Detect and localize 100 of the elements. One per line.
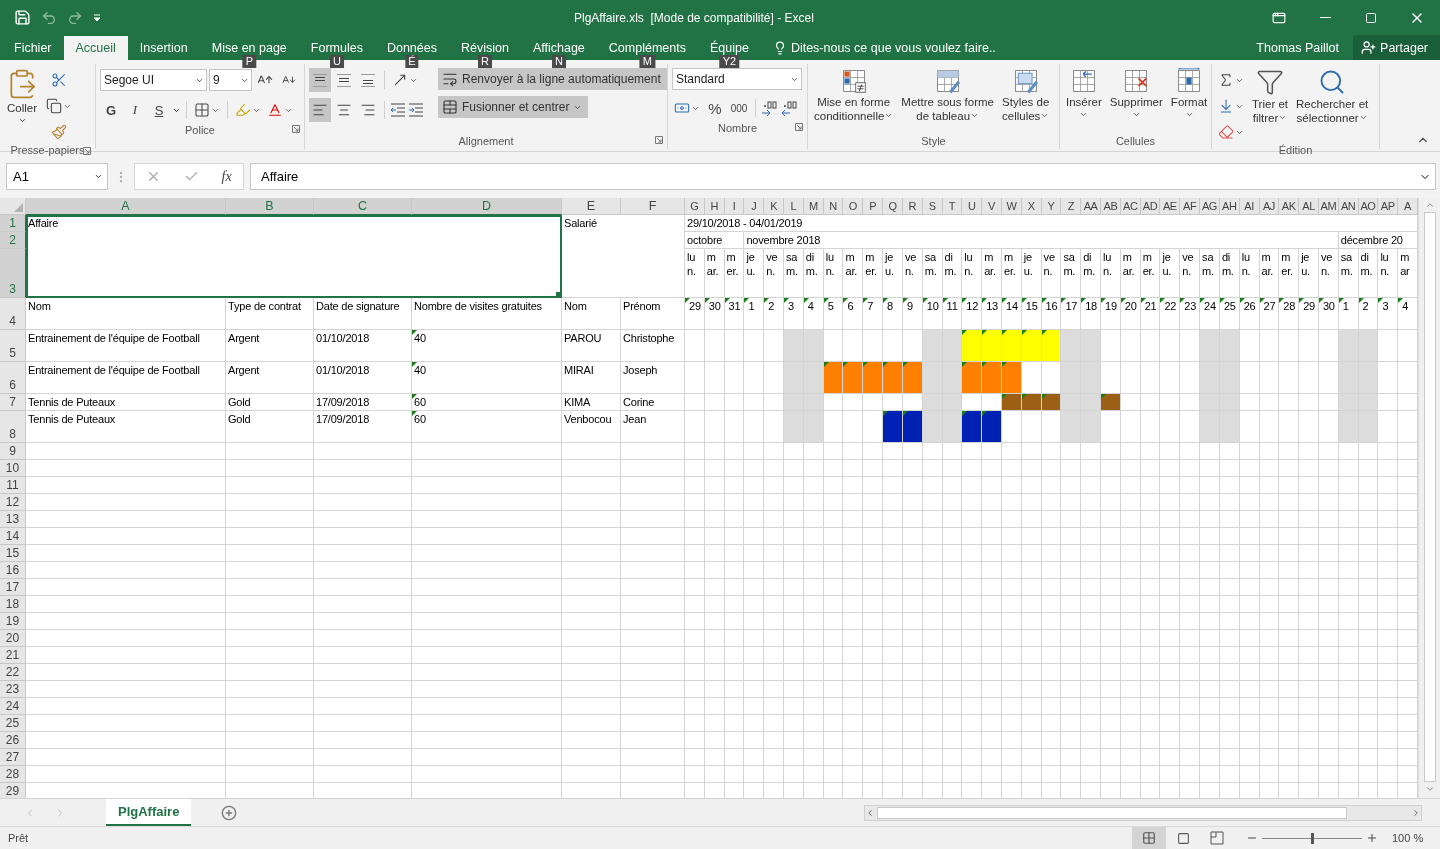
merge-button[interactable]: Fusionner et centrer (438, 96, 589, 118)
column-header[interactable]: A (1398, 198, 1418, 215)
column-header[interactable]: AK (1279, 198, 1300, 215)
launcher-icon[interactable] (292, 125, 300, 133)
column-header[interactable]: AL (1299, 198, 1319, 215)
row-header[interactable]: 11 (0, 477, 26, 494)
add-sheet-icon[interactable] (221, 804, 238, 821)
row-header[interactable]: 4 (0, 298, 26, 330)
font-dropdown[interactable]: Segoe UI (100, 69, 208, 91)
scrollbar-thumb[interactable] (1423, 212, 1436, 782)
row-header[interactable]: 17 (0, 579, 26, 596)
launcher-icon[interactable] (655, 136, 663, 144)
column-header[interactable]: K (764, 198, 785, 215)
row-header[interactable]: 23 (0, 681, 26, 698)
column-header[interactable]: U (962, 198, 983, 215)
column-header[interactable]: O (843, 198, 864, 215)
ribbon-tab[interactable]: Fichier (2, 36, 64, 60)
formula-field[interactable]: Affaire (250, 163, 1436, 190)
row-header[interactable]: 5 (0, 330, 26, 362)
column-header[interactable]: AG (1200, 198, 1220, 215)
scroll-right-icon[interactable] (1411, 807, 1421, 818)
column-header[interactable]: P (863, 198, 884, 215)
table-format-button[interactable]: Mettre sous forme de tableau (899, 68, 996, 133)
row-header[interactable]: 27 (0, 749, 26, 766)
row-header[interactable]: 16 (0, 562, 26, 579)
scroll-down-icon[interactable] (1424, 784, 1435, 794)
insert-button[interactable]: Insérer (1064, 68, 1104, 133)
cell-styles-button[interactable]: Styles de cellules (1000, 68, 1052, 133)
indent-increase-icon[interactable] (408, 102, 424, 118)
vertical-align-button[interactable] (309, 68, 331, 92)
save-icon[interactable] (14, 9, 31, 26)
scroll-up-icon[interactable] (1424, 200, 1435, 210)
launcher-icon[interactable] (795, 123, 803, 131)
column-header[interactable]: Q (883, 198, 903, 215)
undo-icon[interactable] (41, 9, 57, 26)
row-header[interactable]: 15 (0, 545, 26, 562)
zoom-in-icon[interactable] (1366, 832, 1378, 844)
row-header[interactable]: 28 (0, 766, 26, 783)
font-size-dropdown[interactable]: 9 (209, 69, 252, 91)
row-header[interactable]: 2 (0, 232, 26, 249)
column-header[interactable]: E (562, 198, 621, 215)
column-header[interactable]: J (744, 198, 765, 215)
row-header[interactable]: 13 (0, 511, 26, 528)
column-header[interactable]: Z (1061, 198, 1082, 215)
column-header[interactable]: G (685, 198, 705, 215)
column-header[interactable]: AP (1378, 198, 1399, 215)
row-header[interactable]: 9 (0, 443, 26, 460)
decrease-decimal-icon[interactable] (781, 100, 799, 116)
conditional-format-button[interactable]: Mise en forme conditionnelle (812, 68, 896, 133)
name-box[interactable]: A1 (6, 163, 108, 190)
column-header[interactable]: AE (1160, 198, 1181, 215)
column-header[interactable]: V (982, 198, 1002, 215)
row-header[interactable]: 24 (0, 698, 26, 715)
indent-decrease-icon[interactable] (390, 102, 406, 118)
row-header[interactable]: 19 (0, 613, 26, 630)
column-header[interactable]: F (621, 198, 685, 215)
sort-filter-button[interactable]: Trier et filtrer (1250, 68, 1290, 144)
row-header[interactable]: 8 (0, 411, 26, 443)
ribbon-tab[interactable]: Accueil (63, 36, 128, 60)
percent-button[interactable]: % (704, 96, 726, 120)
thousands-button[interactable]: 000 (728, 96, 750, 120)
column-header[interactable]: AB (1101, 198, 1121, 215)
column-header[interactable]: B (226, 198, 314, 215)
number-format-dropdown[interactable]: Standard (672, 68, 802, 90)
wrap-text-button[interactable]: Renvoyer à la ligne automatiquement (438, 68, 667, 90)
insert-function-button[interactable]: fx (221, 168, 232, 185)
share-button[interactable]: Partager (1353, 35, 1440, 60)
normal-view-button[interactable] (1132, 827, 1166, 849)
row-header[interactable]: 20 (0, 630, 26, 647)
column-header[interactable]: C (314, 198, 412, 215)
row-header[interactable]: 7 (0, 394, 26, 411)
paste-button[interactable]: Coller (4, 68, 40, 144)
scroll-left-icon[interactable] (865, 807, 875, 818)
column-header[interactable]: A (26, 198, 226, 215)
underline-button[interactable]: S (148, 98, 170, 122)
redo-icon[interactable] (67, 9, 83, 26)
row-header[interactable]: 25 (0, 715, 26, 732)
column-header[interactable]: L (784, 198, 804, 215)
sheet-tab[interactable]: PlgAffaire (106, 799, 192, 826)
tell-me-field[interactable]: Dites-nous ce que vous voulez faire.. (790, 41, 996, 55)
column-header[interactable]: AF (1180, 198, 1201, 215)
row-header[interactable]: 10 (0, 460, 26, 477)
row-header[interactable]: 29 (0, 783, 26, 798)
italic-button[interactable]: I (124, 98, 146, 122)
horizontal-align-button[interactable] (309, 98, 331, 122)
find-select-button[interactable]: Rechercher et sélectionner (1294, 68, 1371, 144)
increase-decimal-icon[interactable] (761, 100, 779, 116)
bold-button[interactable]: G (100, 98, 122, 122)
row-header[interactable]: 22 (0, 664, 26, 681)
ribbon-tab[interactable]: Insertion (127, 36, 200, 60)
slider-thumb[interactable] (1311, 832, 1314, 844)
row-header[interactable]: 1 (0, 215, 26, 232)
row-header[interactable]: 21 (0, 647, 26, 664)
column-header[interactable]: AA (1081, 198, 1101, 215)
row-header[interactable]: 14 (0, 528, 26, 545)
row-header[interactable]: 3 (0, 249, 26, 298)
row-header[interactable]: 26 (0, 732, 26, 749)
row-header[interactable]: 12 (0, 494, 26, 511)
customize-icon[interactable] (93, 13, 101, 22)
row-header[interactable]: 6 (0, 362, 26, 394)
